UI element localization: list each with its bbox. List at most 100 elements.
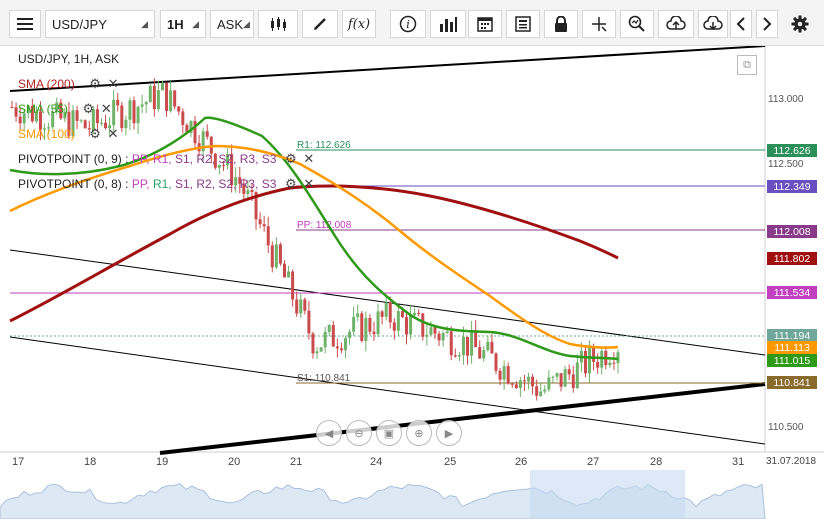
scroll-right-button[interactable] <box>756 10 778 38</box>
zoom-icon <box>628 15 645 32</box>
settings-button[interactable] <box>786 10 814 38</box>
indicators-button[interactable]: f(x) <box>342 10 376 38</box>
candle-body <box>10 106 14 108</box>
navigator-window[interactable] <box>530 470 685 519</box>
candlestick-icon <box>271 17 286 31</box>
candle-body <box>461 336 465 356</box>
gear-icon[interactable]: ⚙ <box>81 101 95 117</box>
candle-body <box>323 331 327 348</box>
candle-body <box>449 331 453 356</box>
news-icon <box>515 16 531 32</box>
timeframe-select[interactable]: 1H ◢ <box>160 10 206 38</box>
candle-body <box>405 317 409 335</box>
candle-body <box>559 373 563 387</box>
close-icon[interactable]: ✕ <box>99 101 113 117</box>
x-tick-label: 27 <box>587 456 600 468</box>
price-label-sma200: 111.802 <box>767 252 817 265</box>
candle-body <box>327 325 331 332</box>
gear-icon <box>791 15 809 33</box>
symbol-select[interactable]: USD/JPY ◢ <box>45 10 155 38</box>
candle-body <box>563 369 567 387</box>
reset-zoom-button[interactable]: ▣ <box>376 420 402 446</box>
dropdown-caret-icon: ◢ <box>192 18 199 29</box>
chart-toolbar: USD/JPY ◢ 1H ◢ ASK ◢ f(x) i <box>0 0 824 46</box>
candle-body <box>470 330 474 356</box>
legend-sma-100[interactable]: SMA (100) ⚙ ✕ <box>18 126 120 142</box>
dropdown-caret-icon: ◢ <box>243 18 250 29</box>
candle-body <box>571 374 575 389</box>
draw-tool-button[interactable] <box>302 10 338 38</box>
support-trend-line[interactable] <box>159 382 766 455</box>
zoom-button[interactable] <box>620 10 654 38</box>
candle-body <box>307 310 311 334</box>
timeframe-value: 1H <box>167 16 184 32</box>
price-label-sma55: 111.015 <box>767 354 817 367</box>
candle-body <box>592 347 596 362</box>
close-icon[interactable]: ✕ <box>106 126 120 142</box>
zoom-in-button[interactable]: ⊕ <box>406 420 432 446</box>
y-tick-label: 113.000 <box>768 94 804 105</box>
bar-chart-button[interactable] <box>430 10 466 38</box>
mid-channel-line[interactable] <box>9 249 766 356</box>
expand-icon: ⧉ <box>743 58 751 71</box>
x-tick-label: 25 <box>444 456 457 468</box>
candle-body <box>510 383 514 385</box>
lock-button[interactable] <box>544 10 578 38</box>
gear-icon[interactable]: ⚙ <box>284 151 298 167</box>
crosshair-icon <box>592 17 607 32</box>
candle-body <box>291 271 295 300</box>
candle-body <box>388 302 392 323</box>
candle-body <box>583 350 587 374</box>
close-icon[interactable]: ✕ <box>302 151 316 167</box>
close-icon[interactable]: ✕ <box>106 76 120 92</box>
close-icon[interactable]: ✕ <box>302 176 316 192</box>
legend-pivot-1[interactable]: PIVOTPOINT (0, 9) : PP, R1, S1, R2, S2, … <box>18 151 316 167</box>
scroll-left-button[interactable] <box>730 10 752 38</box>
candle-body <box>441 333 445 341</box>
legend-sma-200[interactable]: SMA (200) ⚙ ✕ <box>18 76 120 92</box>
crosshair-button[interactable] <box>582 10 616 38</box>
pivot-2-s1: S1, <box>175 177 194 191</box>
candle-body <box>315 351 319 354</box>
chart-legend: USD/JPY, 1H, ASK SMA (200) ⚙ ✕ SMA (55) ⚙… <box>18 52 348 202</box>
candle-body <box>588 347 592 374</box>
candle-body <box>522 380 526 382</box>
calendar-button[interactable] <box>468 10 502 38</box>
candle-body <box>396 311 400 331</box>
zoom-out-button[interactable]: ⊖ <box>346 420 372 446</box>
pivot-2-r3: R3, <box>239 177 259 191</box>
expand-chart-button[interactable]: ⧉ <box>737 55 757 75</box>
sma-200-line[interactable] <box>9 184 619 323</box>
candle-body <box>608 362 612 366</box>
scroll-left-button[interactable]: ◀ <box>316 420 342 446</box>
candle-body <box>417 312 421 314</box>
legend-sma-55[interactable]: SMA (55) ⚙ ✕ <box>18 101 113 117</box>
bar-chart-icon <box>440 17 457 32</box>
download-button[interactable] <box>698 10 728 38</box>
upload-button[interactable] <box>658 10 694 38</box>
gear-icon[interactable]: ⚙ <box>88 76 102 92</box>
candle-body <box>486 341 490 351</box>
chart-type-button[interactable] <box>258 10 298 38</box>
candle-body <box>551 376 555 378</box>
x-tick-label: 20 <box>228 456 241 468</box>
info-button[interactable]: i <box>390 10 426 38</box>
gear-icon[interactable]: ⚙ <box>88 126 102 142</box>
price-type-select[interactable]: ASK ◢ <box>210 10 254 38</box>
candle-body <box>490 341 494 354</box>
legend-pivot-2[interactable]: PIVOTPOINT (0, 8) : PP, R1, S1, R2, S2, … <box>18 176 316 192</box>
candle-body <box>413 312 417 316</box>
s1-annotation: S1: 110.841 <box>297 373 351 384</box>
svg-text:i: i <box>406 18 410 31</box>
scroll-right-button[interactable]: ▶ <box>436 420 462 446</box>
candle-body <box>421 313 425 337</box>
menu-button[interactable] <box>9 10 41 38</box>
menu-icon <box>17 18 33 30</box>
candle-body <box>433 327 437 334</box>
pivot-1-s1: S1, <box>175 152 194 166</box>
reset-icon: ▣ <box>383 427 395 440</box>
gear-icon[interactable]: ⚙ <box>284 176 298 192</box>
candle-body <box>311 333 315 354</box>
news-button[interactable] <box>506 10 540 38</box>
candle-body <box>262 224 266 227</box>
